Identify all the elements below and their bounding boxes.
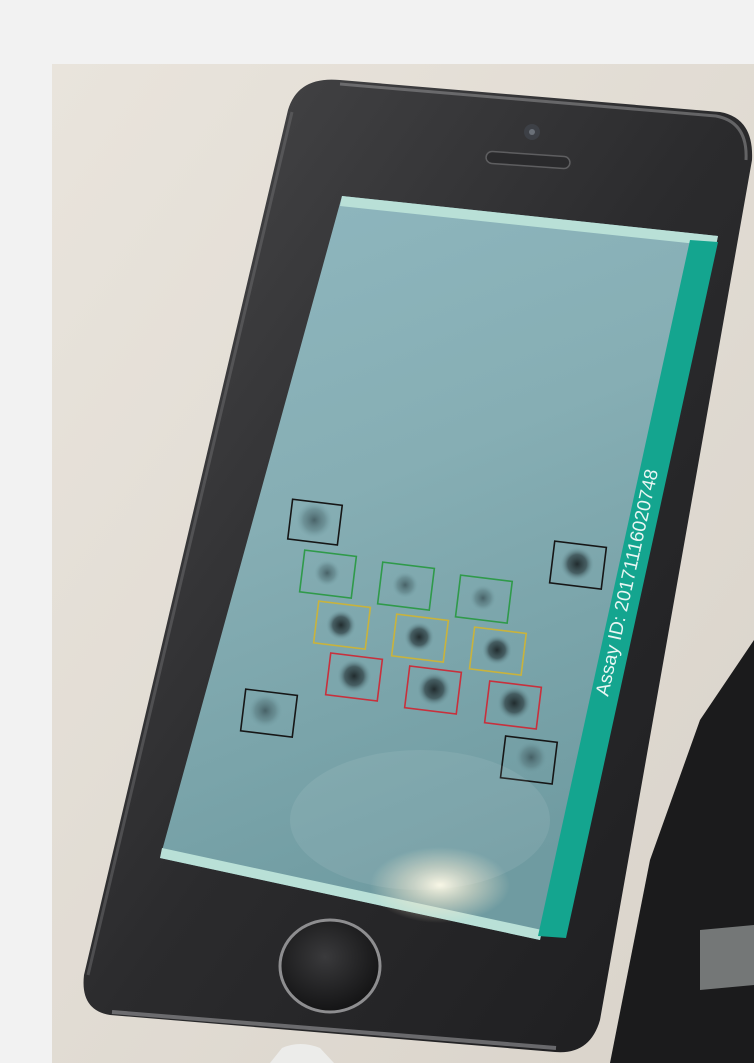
metal-bar bbox=[700, 925, 754, 990]
photo-scene: Assay ID: 20171116020748 bbox=[0, 0, 754, 1063]
screen-glare-soft bbox=[290, 750, 550, 890]
front-camera-lens bbox=[529, 129, 535, 135]
home-button[interactable] bbox=[278, 918, 382, 1014]
